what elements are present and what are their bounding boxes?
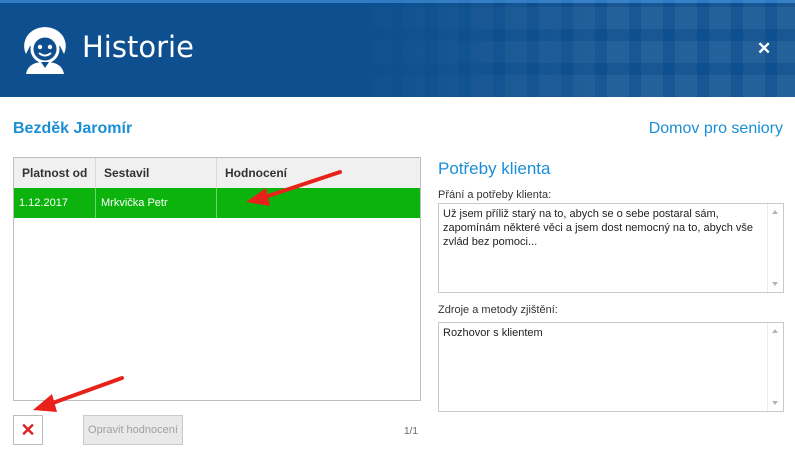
- facility-name: Domov pro seniory: [648, 120, 783, 137]
- header-pattern: [335, 0, 795, 97]
- cell-hodnoceni: [217, 188, 420, 218]
- wishes-text: Už jsem příliž starý na to, abych se o s…: [443, 208, 757, 248]
- wishes-label: Přání a potřeby klienta:: [438, 189, 552, 201]
- wishes-scrollbar[interactable]: [767, 204, 783, 292]
- grid-header: Platnost od Sestavil Hodnocení: [14, 158, 420, 189]
- column-header-platnost-od[interactable]: Platnost od: [14, 158, 96, 188]
- table-row[interactable]: 1.12.2017 Mrkvička Petr: [14, 188, 420, 218]
- scroll-down-icon[interactable]: [772, 282, 778, 286]
- sources-text: Rozhovor s klientem: [443, 327, 543, 339]
- cell-sestavil: Mrkvička Petr: [96, 188, 217, 218]
- edit-rating-button[interactable]: Opravit hodnocení: [83, 415, 183, 445]
- cell-platnost-od: 1.12.2017: [14, 188, 96, 218]
- scroll-down-icon[interactable]: [772, 401, 778, 405]
- delete-button[interactable]: ✕: [13, 415, 43, 445]
- sources-scrollbar[interactable]: [767, 323, 783, 411]
- user-avatar-icon: [24, 27, 66, 74]
- client-name: Bezděk Jaromír: [13, 120, 133, 137]
- sources-textarea[interactable]: Rozhovor s klientem: [438, 322, 784, 412]
- wishes-textarea[interactable]: Už jsem příliž starý na to, abych se o s…: [438, 203, 784, 293]
- column-header-hodnoceni[interactable]: Hodnocení: [217, 158, 420, 188]
- delete-x-icon: ✕: [20, 420, 36, 440]
- window-header: Historie ✕: [0, 0, 795, 97]
- close-icon[interactable]: ✕: [757, 39, 771, 59]
- scroll-up-icon[interactable]: [772, 210, 778, 214]
- column-header-sestavil[interactable]: Sestavil: [96, 158, 217, 188]
- sources-label: Zdroje a metody zjištění:: [438, 304, 558, 316]
- needs-section-title: Potřeby klienta: [438, 159, 551, 178]
- window-title: Historie: [82, 30, 194, 64]
- pager-indicator: 1/1: [404, 426, 418, 437]
- history-grid: Platnost od Sestavil Hodnocení 1.12.2017…: [13, 157, 421, 401]
- scroll-up-icon[interactable]: [772, 329, 778, 333]
